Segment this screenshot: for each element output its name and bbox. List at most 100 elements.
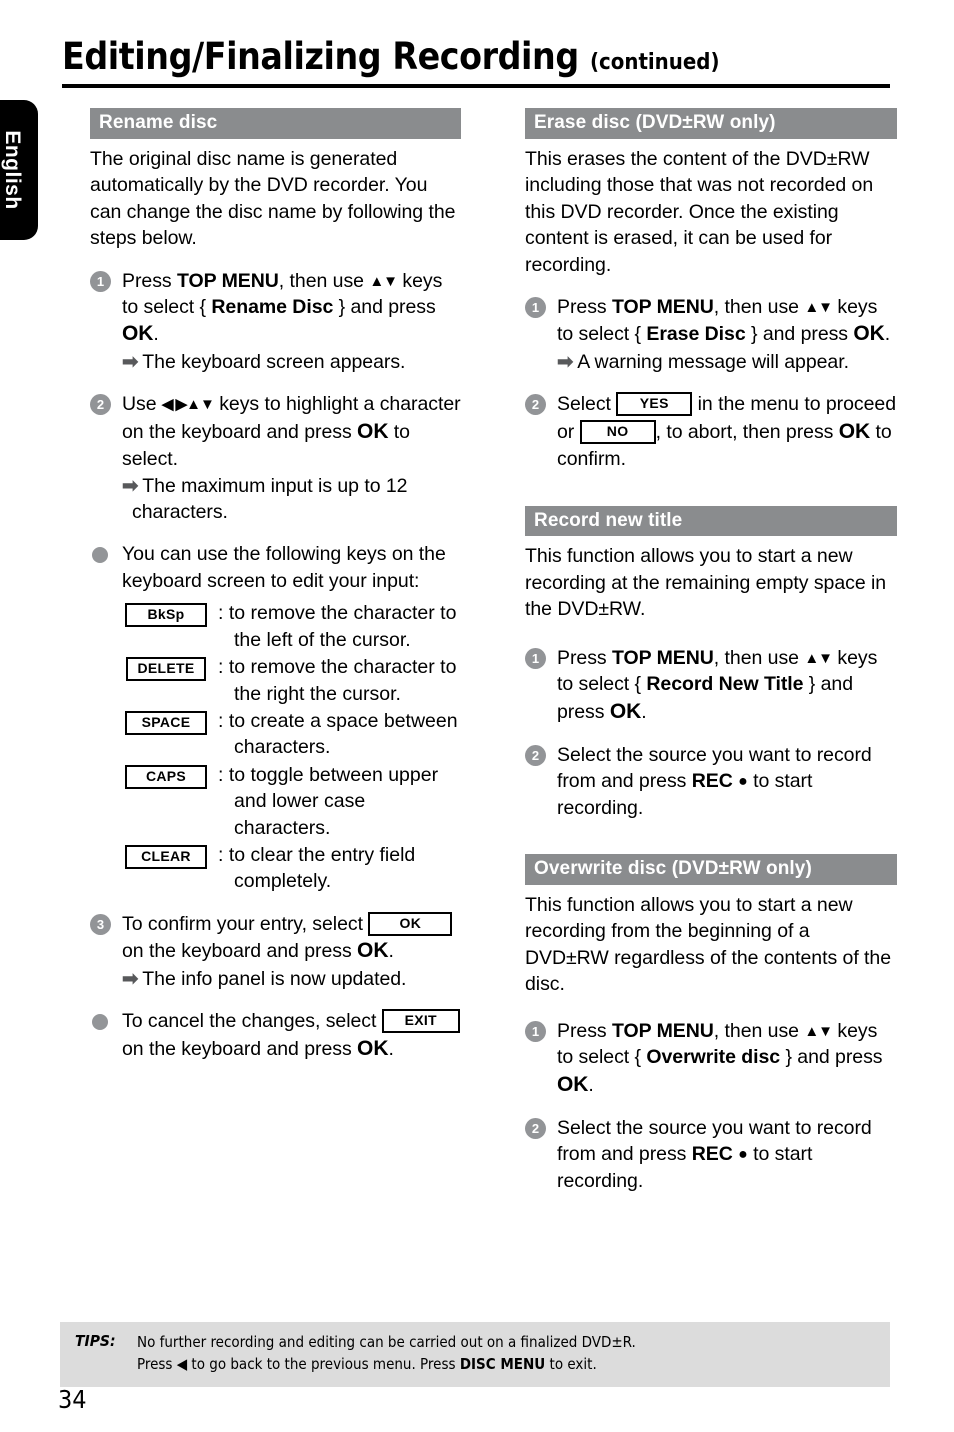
record-step-2: 2 Select the source you want to record f…: [525, 742, 897, 821]
step-text-part: To confirm your entry, select: [122, 912, 369, 935]
tips-line-part: Press: [137, 1354, 177, 1373]
keycap-cell: CLEAR: [120, 842, 212, 870]
rename-step-1: 1 Press TOP MENU, then use ▲▼ keys to se…: [90, 268, 462, 376]
keycap-cell: BkSp: [120, 600, 212, 628]
step-text: Select the source you want to record fro…: [557, 744, 872, 819]
direction-keys-icon: ◀ ▶▲▼: [161, 396, 215, 414]
step-text: Select the source you want to record fro…: [557, 1117, 872, 1192]
step-text: To confirm your entry, select OK on the …: [122, 911, 453, 963]
bullet-text: You can use the following keys on the ke…: [122, 543, 446, 592]
page-number: 34: [58, 1385, 87, 1414]
step-text-part: Press: [122, 269, 177, 292]
step-number-badge: 2: [90, 394, 111, 416]
bullet-dot-icon: [92, 1014, 108, 1031]
title-divider: [62, 84, 890, 88]
editor-keys-table: BkSp : to remove the character to the le…: [120, 600, 462, 895]
overwrite-disc-intro: This function allows you to start a new …: [525, 894, 892, 996]
tips-content: No further recording and editing can be …: [137, 1332, 636, 1376]
keycap-description: : to remove the character to the left of…: [218, 602, 457, 651]
menu-item-rename-disc: Rename Disc: [211, 295, 334, 318]
keycap-bksp[interactable]: BkSp: [125, 603, 207, 628]
erase-step-2: 2 Select YES in the menu to proceed or N…: [525, 391, 897, 472]
overwrite-step-1: 1 Press TOP MENU, then use ▲▼ keys to se…: [525, 1018, 897, 1099]
record-dot-icon: ●: [738, 773, 748, 791]
keycap-description-cell: : to remove the character to the left of…: [212, 600, 462, 653]
arrow-right-icon: ➡: [122, 350, 139, 373]
language-tab: English: [0, 100, 38, 240]
step-text-part: .: [884, 323, 891, 346]
keycap-description: : to clear the entry field completely.: [218, 844, 416, 893]
keycap-space[interactable]: SPACE: [125, 710, 207, 735]
editor-key-row: CLEAR : to clear the entry field complet…: [120, 842, 462, 895]
step-text-part: Press: [557, 295, 612, 318]
page-title: Editing/Finalizing Recording (continued): [62, 38, 890, 75]
bullet-text-part: To cancel the changes, select: [122, 1010, 382, 1033]
keycap-description-cell: : to clear the entry field completely.: [212, 842, 462, 895]
keycap-yes[interactable]: YES: [616, 392, 693, 417]
bullet-text-part: .: [388, 1037, 394, 1060]
updown-arrow-icon: ▲▼: [369, 272, 398, 290]
overwrite-step-2: 2 Select the source you want to record f…: [525, 1115, 897, 1194]
key-ok: OK: [609, 699, 642, 723]
keycap-exit[interactable]: EXIT: [381, 1009, 460, 1034]
step-text: Press TOP MENU, then use ▲▼ keys to sele…: [557, 296, 890, 345]
tips-line-1: No further recording and editing can be …: [137, 1333, 636, 1351]
keycap-caps[interactable]: CAPS: [125, 764, 207, 789]
step-text-part: Use: [122, 393, 162, 416]
step-text-part: } and press: [745, 323, 854, 346]
record-step-1: 1 Press TOP MENU, then use ▲▼ keys to se…: [525, 645, 897, 726]
step-text-part: , to abort, then press: [655, 420, 839, 443]
record-new-title-intro: This function allows you to start a new …: [525, 545, 887, 621]
step-text-part: , then use: [713, 295, 805, 318]
keycap-delete[interactable]: DELETE: [126, 657, 206, 682]
section-header-overwrite-disc: Overwrite disc (DVD±RW only): [525, 854, 897, 886]
rename-disc-intro: The original disc name is generated auto…: [90, 147, 456, 250]
updown-arrow-icon: ▲▼: [804, 1022, 833, 1040]
page-title-main: Editing/Finalizing Recording: [62, 35, 579, 78]
keycap-no[interactable]: NO: [579, 419, 656, 444]
bullet-dot-icon: [92, 547, 108, 564]
step-result-text: A warning message will appear.: [577, 350, 849, 373]
rename-step-2: 2 Use ◀ ▶▲▼ keys to highlight a characte…: [90, 391, 462, 525]
rename-bullet-edit-keys: You can use the following keys on the ke…: [90, 541, 462, 594]
rename-step-3: 3 To confirm your entry, select OK on th…: [90, 911, 462, 992]
key-ok: OK: [122, 322, 154, 346]
keycap-clear[interactable]: CLEAR: [125, 845, 207, 870]
keycap-cell: SPACE: [120, 708, 212, 736]
editor-key-row: DELETE : to remove the character to the …: [120, 654, 462, 707]
step-result: ➡ The keyboard screen appears.: [122, 349, 462, 375]
keycap-ok[interactable]: OK: [368, 911, 453, 936]
bullet-text: To cancel the changes, select EXIT on th…: [122, 1009, 460, 1060]
step-number-badge: 1: [90, 270, 111, 292]
arrow-left-icon: ◀: [176, 1354, 188, 1373]
keycap-description: : to remove the character to the right t…: [218, 656, 457, 705]
step-text-part: , then use: [278, 269, 370, 292]
menu-item-overwrite-disc: Overwrite disc: [646, 1046, 781, 1069]
arrow-right-icon: ➡: [557, 350, 574, 373]
left-column: Rename disc The original disc name is ge…: [90, 108, 462, 1063]
key-top-menu: TOP MENU: [611, 1019, 714, 1042]
key-top-menu: TOP MENU: [611, 295, 714, 318]
step-result: ➡ The info panel is now updated.: [122, 966, 462, 992]
step-text-part: .: [388, 940, 394, 963]
step-text-part: .: [153, 323, 159, 346]
keycap-description: : to toggle between upper and lower case…: [218, 763, 439, 839]
step-result: ➡ The maximum input is up to 12 character…: [122, 473, 462, 526]
section-header-rename-disc: Rename disc: [90, 108, 461, 139]
rename-bullet-cancel: To cancel the changes, select EXIT on th…: [90, 1008, 462, 1063]
key-ok: OK: [357, 939, 389, 963]
page-header: Editing/Finalizing Recording (continued): [62, 38, 890, 88]
step-number-badge: 1: [525, 296, 546, 318]
tips-line-part: to exit.: [545, 1354, 597, 1373]
arrow-right-icon: ➡: [122, 474, 139, 497]
key-rec: REC: [691, 1143, 733, 1166]
updown-arrow-icon: ▲▼: [804, 298, 833, 316]
record-dot-icon: ●: [738, 1146, 748, 1164]
menu-item-record-new-title: Record New Title: [646, 673, 804, 696]
keycap-description-cell: : to remove the character to the right t…: [212, 654, 462, 707]
section-header-record-new-title: Record new title: [525, 505, 897, 537]
step-number-badge: 2: [525, 394, 546, 416]
key-top-menu: TOP MENU: [611, 646, 714, 669]
key-top-menu: TOP MENU: [176, 269, 279, 292]
step-text-part: } and press: [780, 1046, 883, 1069]
